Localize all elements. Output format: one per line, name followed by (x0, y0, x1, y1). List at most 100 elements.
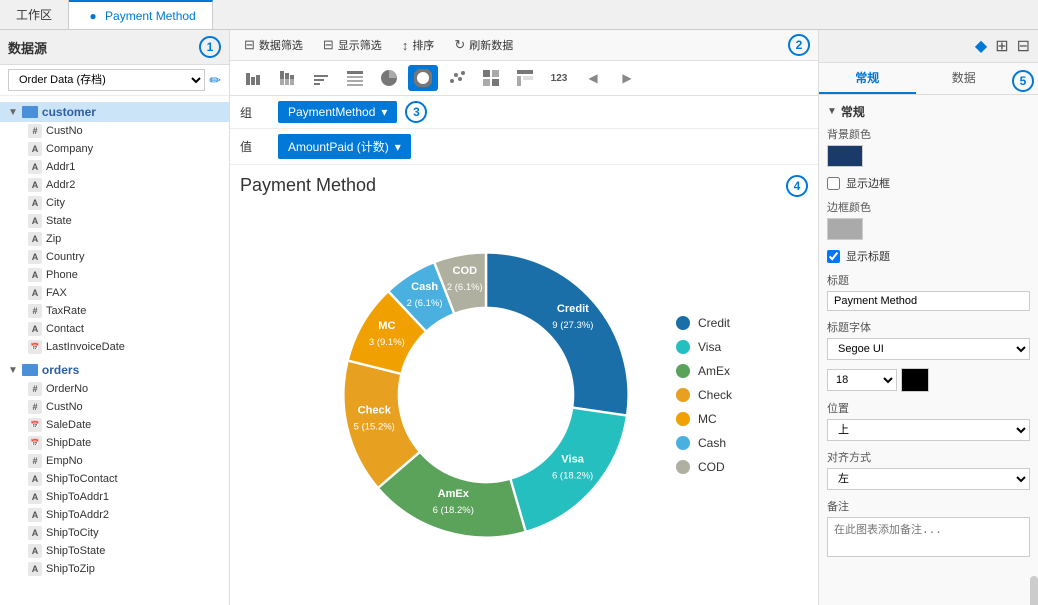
panel-icon-diamond[interactable]: ◆ (975, 36, 987, 56)
chart-type-toolbar: 123 ◀ ▶ (230, 61, 818, 96)
prop-font-select[interactable]: Segoe UI Arial (827, 338, 1030, 360)
refresh-button[interactable]: ↻ 刷新数据 (448, 34, 519, 56)
tree-item-taxrate[interactable]: #TaxRate (0, 302, 229, 320)
prop-position-select[interactable]: 上 下 左 右 (827, 419, 1030, 441)
tree-item-lastinvoicedate[interactable]: 📅LastInvoiceDate (0, 338, 229, 356)
legend-dot-check (676, 388, 690, 402)
chart-nav-prev[interactable]: ◀ (578, 65, 608, 91)
prop-title: 标题 (827, 272, 1030, 311)
tree-item-company[interactable]: ACompany (0, 140, 229, 158)
legend-label-amex: AmEx (698, 364, 730, 378)
tree-item-shiptoaddr1[interactable]: AShipToAddr1 (0, 488, 229, 506)
data-source-select[interactable]: Order Data (存档) (8, 69, 205, 91)
tab-general[interactable]: 常规 (819, 63, 916, 94)
item-name: LastInvoiceDate (46, 341, 125, 353)
prop-font-size-color: 18 14 16 20 (827, 368, 1030, 392)
prop-bg-color-label: 背景颜色 (827, 126, 1030, 142)
show-title-label: 显示标题 (846, 248, 890, 264)
segment-value-mc: 3 (9.1%) (369, 337, 405, 348)
tree-item-state[interactable]: AState (0, 212, 229, 230)
prop-bg-color-swatch[interactable] (827, 145, 863, 167)
data-filter-button[interactable]: ⊟ 数据筛选 (238, 34, 309, 56)
config-value-dropdown[interactable]: AmountPaid (计数) ▾ (278, 134, 411, 159)
tree-item-custno[interactable]: #CustNo (0, 398, 229, 416)
tree-item-country[interactable]: ACountry (0, 248, 229, 266)
main-layout: 数据源 1 Order Data (存档) ✏ ▼ customer #Cust… (0, 30, 1038, 605)
item-name: Contact (46, 323, 84, 335)
font-color-swatch[interactable] (901, 368, 929, 392)
chart-nav-next[interactable]: ▶ (612, 65, 642, 91)
config-group-dropdown[interactable]: PaymentMethod ▾ (278, 101, 397, 123)
font-size-select[interactable]: 18 14 16 20 (827, 369, 897, 391)
prop-notes-textarea[interactable] (827, 517, 1030, 557)
panel-icon-grid2[interactable]: ⊟ (1017, 36, 1030, 56)
tree-item-zip[interactable]: AZip (0, 230, 229, 248)
tab-payment-method[interactable]: ● Payment Method (69, 0, 213, 29)
prop-alignment-select[interactable]: 左 中 右 (827, 468, 1030, 490)
tree-item-addr1[interactable]: AAddr1 (0, 158, 229, 176)
display-filter-button[interactable]: ⊟ 显示筛选 (317, 34, 388, 56)
donut-chart[interactable]: Credit9 (27.3%)Visa6 (18.2%)AmEx6 (18.2%… (316, 235, 656, 555)
sort-button[interactable]: ↕ 排序 (396, 34, 441, 56)
legend-item-visa: Visa (676, 340, 732, 354)
prop-title-input[interactable] (827, 291, 1030, 311)
item-type-icon: # (28, 304, 42, 318)
tree-item-addr2[interactable]: A Addr2 (0, 176, 229, 194)
tree-item-shiptocontact[interactable]: AShipToContact (0, 470, 229, 488)
tree-item-empno[interactable]: #EmpNo (0, 452, 229, 470)
workspace-tab-label: 工作区 (16, 6, 52, 23)
tree-group-header-customer[interactable]: ▼ customer (0, 102, 229, 122)
tree-item-shiptocity[interactable]: AShipToCity (0, 524, 229, 542)
config-group-value: PaymentMethod (288, 105, 375, 119)
tree-item-shipdate[interactable]: 📅ShipDate (0, 434, 229, 452)
tree-item-fax[interactable]: AFAX (0, 284, 229, 302)
tree-item-saledate[interactable]: 📅SaleDate (0, 416, 229, 434)
orders-items: #OrderNo#CustNo📅SaleDate📅ShipDate#EmpNoA… (0, 380, 229, 578)
tree-item-contact[interactable]: AContact (0, 320, 229, 338)
tree-item-phone[interactable]: APhone (0, 266, 229, 284)
item-type-icon: A (28, 178, 42, 192)
panel-icon-grid1[interactable]: ⊞ (995, 36, 1008, 56)
edit-datasource-button[interactable]: ✏ (209, 72, 221, 89)
tree-item-shiptozip[interactable]: AShipToZip (0, 560, 229, 578)
folder-icon-orders (22, 364, 38, 376)
tree-item-city[interactable]: ACity (0, 194, 229, 212)
left-panel: 数据源 1 Order Data (存档) ✏ ▼ customer #Cust… (0, 30, 230, 605)
chart-bar3-button[interactable] (306, 65, 336, 91)
chart-bar2-button[interactable] (272, 65, 302, 91)
chart-pivot-button[interactable] (510, 65, 540, 91)
tab-workspace[interactable]: 工作区 (0, 0, 69, 29)
chart-grid-button[interactable] (476, 65, 506, 91)
config-value-row: 值 AmountPaid (计数) ▾ (230, 129, 818, 165)
filter-icon: ⊟ (244, 37, 255, 53)
badge-2: 2 (788, 34, 810, 56)
show-border-checkbox[interactable] (827, 177, 840, 190)
chart-table-button[interactable] (340, 65, 370, 91)
tree-group-header-orders[interactable]: ▼ orders (0, 360, 229, 380)
scrollbar-thumb[interactable] (1030, 576, 1038, 605)
tree-item-custno[interactable]: #CustNo (0, 122, 229, 140)
item-name: ShipToState (46, 545, 105, 557)
refresh-icon: ↻ (454, 37, 465, 53)
tab-data[interactable]: 数据 (916, 63, 1013, 94)
item-name: City (46, 197, 65, 209)
item-type-icon: A (28, 490, 42, 504)
tree-item-shiptoaddr2[interactable]: AShipToAddr2 (0, 506, 229, 524)
item-name: Country (46, 251, 85, 263)
chart-scatter-button[interactable] (442, 65, 472, 91)
item-name: State (46, 215, 72, 227)
chart-area: Payment Method 4 Credit9 (27.3%)Visa6 (1… (230, 165, 818, 605)
item-type-icon: # (28, 382, 42, 396)
item-name: Addr2 (46, 179, 75, 191)
chart-pie-button[interactable] (374, 65, 404, 91)
chart-bar-button[interactable] (238, 65, 268, 91)
prop-notes-label: 备注 (827, 498, 1030, 514)
chart-number-button[interactable]: 123 (544, 65, 574, 91)
chart-donut-button[interactable] (408, 65, 438, 91)
segment-value-amex: 6 (18.2%) (433, 505, 474, 516)
prop-border-color-swatch[interactable] (827, 218, 863, 240)
toolbar-row: ⊟ 数据筛选 ⊟ 显示筛选 ↕ 排序 ↻ 刷新数据 2 (230, 30, 818, 61)
tree-item-orderno[interactable]: #OrderNo (0, 380, 229, 398)
tree-item-shiptostate[interactable]: AShipToState (0, 542, 229, 560)
show-title-checkbox[interactable] (827, 250, 840, 263)
